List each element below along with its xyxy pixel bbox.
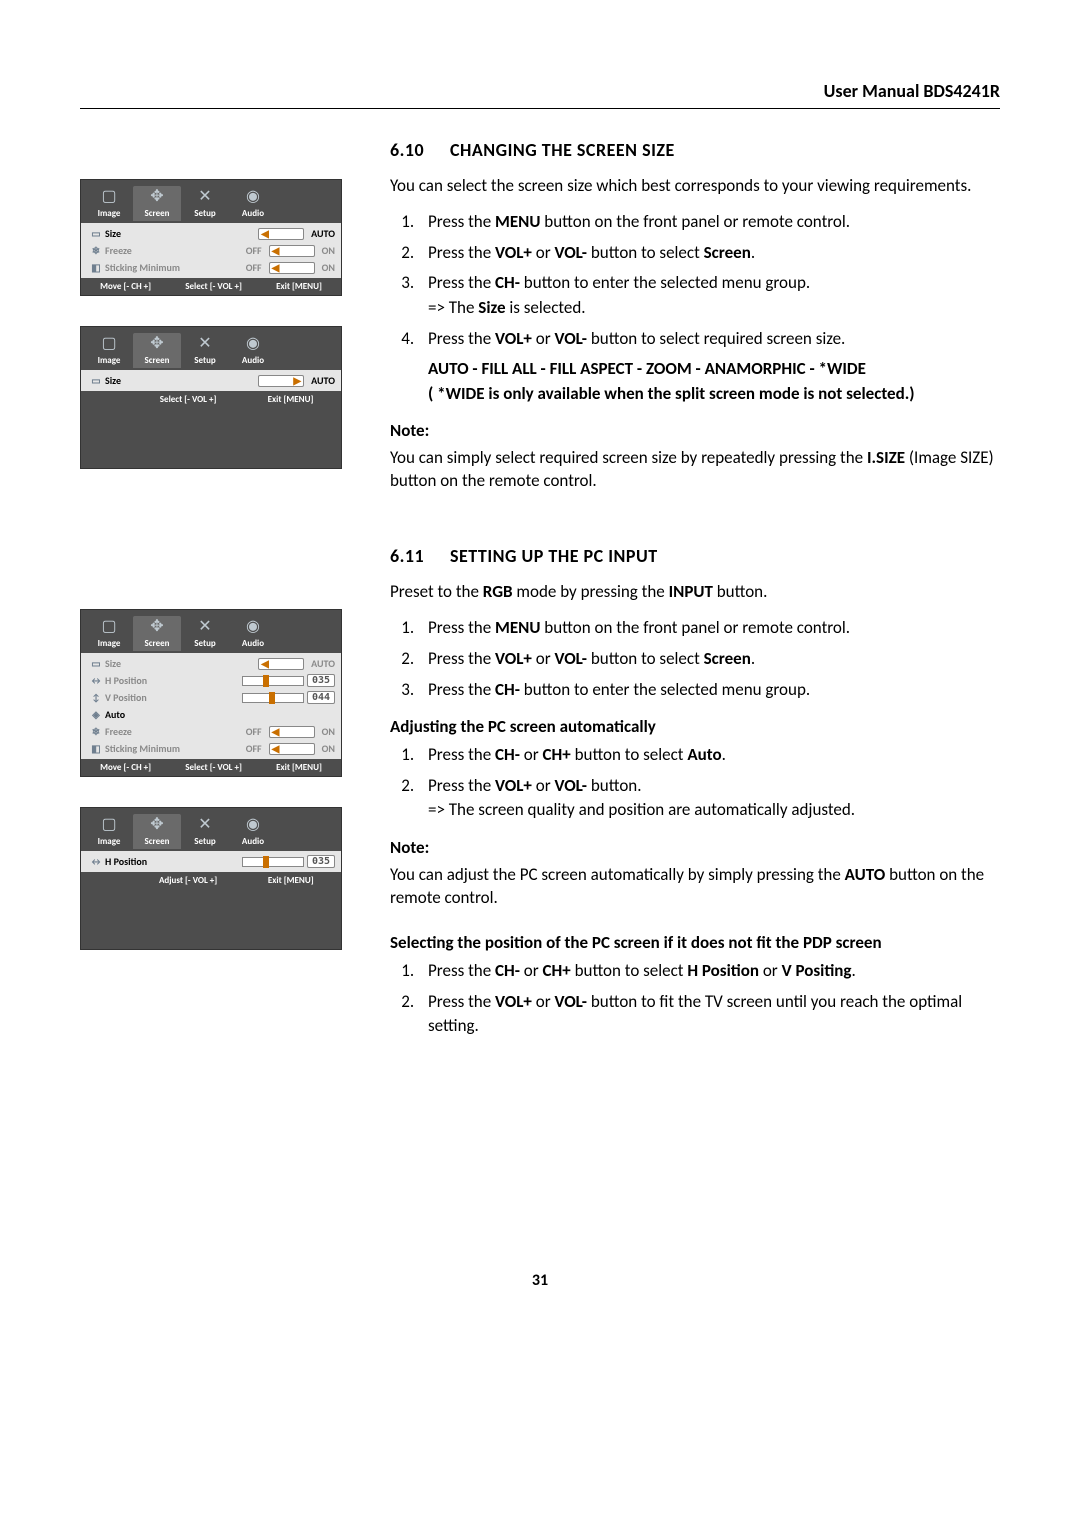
- osd-screenshot-2: ▢Image ✥Screen ✕Setup ◉Audio ▭ Size ▶AUT…: [80, 326, 342, 469]
- select-position-heading: Selecting the position of the PC screen …: [390, 932, 1000, 953]
- hpos-icon: ↔: [87, 674, 105, 687]
- osd-tab-audio: ◉Audio: [229, 186, 277, 221]
- osd-row-hpos: ↔ H Position 035: [81, 672, 341, 689]
- osd-screenshot-1: ▢Image ✥Screen ✕Setup ◉Audio ▭ Size ◀AUT…: [80, 179, 342, 296]
- osd-screenshot-4: ▢Image ✥Screen ✕Setup ◉Audio ↔ H Positio…: [80, 807, 342, 950]
- osd-hint-bar: Move [- CH +] Select [- VOL +] Exit [MEN…: [81, 278, 341, 295]
- freeze-icon: ❄: [87, 244, 105, 257]
- note-text: You can simply select required screen si…: [390, 447, 1000, 493]
- step-4: Press the VOL+ or VOL- button to select …: [418, 327, 1000, 407]
- step-3: Press the CH- button to enter the select…: [418, 271, 1000, 320]
- section-6-10-steps: Press the MENU button on the front panel…: [390, 210, 1000, 406]
- page-number: 31: [80, 1271, 1000, 1290]
- adjust-auto-heading: Adjusting the PC screen automatically: [390, 716, 1000, 737]
- section-6-11-steps: Press the MENU button on the front panel…: [390, 616, 1000, 702]
- osd-tab-setup: ✕Setup: [181, 814, 229, 849]
- step-1: Press the CH- or CH+ button to select Au…: [418, 743, 1000, 768]
- vpos-icon: ↕: [87, 691, 105, 704]
- osd-column: ▢Image ✥Screen ✕Setup ◉Audio ▭ Size ◀AUT…: [80, 139, 360, 1051]
- step-1: Press the MENU button on the front panel…: [418, 616, 1000, 641]
- speaker-icon: ◉: [229, 335, 277, 353]
- freeze-icon: ❄: [87, 725, 105, 738]
- screen-modes-list: AUTO - FILL ALL - FILL ASPECT - ZOOM - A…: [428, 357, 1000, 382]
- size-icon: ▭: [87, 227, 105, 240]
- step-2: Press the VOL+ or VOL- button.=> The scr…: [418, 774, 1000, 823]
- step-3: Press the CH- button to enter the select…: [418, 678, 1000, 703]
- size-icon: ▭: [87, 374, 105, 387]
- monitor-icon: ▢: [85, 188, 133, 206]
- osd-row-size: ▭ Size ◀AUTO: [81, 225, 341, 242]
- osd-tab-image: ▢Image: [85, 616, 133, 651]
- osd-hint-bar: Move [- CH +] Select [- VOL +] Exit [MEN…: [81, 759, 341, 776]
- monitor-icon: ▢: [85, 816, 133, 834]
- osd-hint-bar: Select [- VOL +] Exit [MENU]: [81, 391, 341, 408]
- step-2: Press the VOL+ or VOL- button to select …: [418, 241, 1000, 266]
- section-6-11-title: 6.11SETTING UP THE PC INPUT: [390, 545, 1000, 567]
- speaker-icon: ◉: [229, 188, 277, 206]
- step-1: Press the CH- or CH+ button to select H …: [418, 959, 1000, 984]
- step-2: Press the VOL+ or VOL- button to fit the…: [418, 990, 1000, 1039]
- osd-tab-screen: ✥Screen: [133, 333, 181, 368]
- speaker-icon: ◉: [229, 618, 277, 636]
- hpos-icon: ↔: [87, 855, 105, 868]
- monitor-icon: ▢: [85, 335, 133, 353]
- speaker-icon: ◉: [229, 816, 277, 834]
- tools-icon: ✕: [181, 188, 229, 206]
- osd-tab-audio: ◉Audio: [229, 616, 277, 651]
- osd-row-size: ▭ Size ◀AUTO: [81, 655, 341, 672]
- osd-tab-screen: ✥Screen: [133, 616, 181, 651]
- section-6-10-intro: You can select the screen size which bes…: [390, 175, 1000, 198]
- note-heading: Note:: [390, 420, 1000, 441]
- osd-row-auto: ◈ Auto: [81, 706, 341, 723]
- arrows-icon: ✥: [133, 816, 181, 834]
- osd-row-hpos: ↔ H Position 035: [81, 853, 341, 870]
- note-text: You can adjust the PC screen automatical…: [390, 864, 1000, 910]
- wide-mode-note: ( *WIDE is only available when the split…: [428, 382, 1000, 407]
- osd-tab-setup: ✕Setup: [181, 333, 229, 368]
- step-2: Press the VOL+ or VOL- button to select …: [418, 647, 1000, 672]
- page-header: User Manual BDS4241R: [80, 80, 1000, 109]
- osd-hint-bar: Adjust [- VOL +] Exit [MENU]: [81, 872, 341, 889]
- osd-tab-screen: ✥Screen: [133, 186, 181, 221]
- adjust-auto-steps: Press the CH- or CH+ button to select Au…: [390, 743, 1000, 823]
- text-column: 6.10CHANGING THE SCREEN SIZE You can sel…: [390, 139, 1000, 1051]
- osd-tab-bar: ▢Image ✥Screen ✕Setup ◉Audio: [81, 808, 341, 851]
- tools-icon: ✕: [181, 335, 229, 353]
- select-position-steps: Press the CH- or CH+ button to select H …: [390, 959, 1000, 1039]
- osd-tab-screen: ✥Screen: [133, 814, 181, 849]
- osd-tab-image: ▢Image: [85, 814, 133, 849]
- osd-tab-setup: ✕Setup: [181, 186, 229, 221]
- sticking-icon: ◧: [87, 261, 105, 274]
- auto-icon: ◈: [87, 708, 105, 721]
- sticking-icon: ◧: [87, 742, 105, 755]
- osd-tab-audio: ◉Audio: [229, 814, 277, 849]
- size-icon: ▭: [87, 657, 105, 670]
- preset-text: Preset to the RGB mode by pressing the I…: [390, 581, 1000, 604]
- osd-tab-image: ▢Image: [85, 333, 133, 368]
- osd-row-vpos: ↕ V Position 044: [81, 689, 341, 706]
- osd-screenshot-3: ▢Image ✥Screen ✕Setup ◉Audio ▭ Size ◀AUT…: [80, 609, 342, 777]
- osd-tab-setup: ✕Setup: [181, 616, 229, 651]
- osd-tab-bar: ▢Image ✥Screen ✕Setup ◉Audio: [81, 180, 341, 223]
- arrows-icon: ✥: [133, 335, 181, 353]
- section-6-10-title: 6.10CHANGING THE SCREEN SIZE: [390, 139, 1000, 161]
- arrows-icon: ✥: [133, 188, 181, 206]
- osd-row-sticking: ◧ Sticking Minimum OFF◀ON: [81, 259, 341, 276]
- note-heading: Note:: [390, 837, 1000, 858]
- osd-row-size: ▭ Size ▶AUTO: [81, 372, 341, 389]
- step-1: Press the MENU button on the front panel…: [418, 210, 1000, 235]
- tools-icon: ✕: [181, 816, 229, 834]
- osd-tab-audio: ◉Audio: [229, 333, 277, 368]
- osd-row-sticking: ◧ Sticking Minimum OFF◀ON: [81, 740, 341, 757]
- osd-row-freeze: ❄ Freeze OFF◀ON: [81, 242, 341, 259]
- monitor-icon: ▢: [85, 618, 133, 636]
- tools-icon: ✕: [181, 618, 229, 636]
- osd-row-freeze: ❄ Freeze OFF◀ON: [81, 723, 341, 740]
- arrows-icon: ✥: [133, 618, 181, 636]
- osd-tab-bar: ▢Image ✥Screen ✕Setup ◉Audio: [81, 610, 341, 653]
- osd-tab-bar: ▢Image ✥Screen ✕Setup ◉Audio: [81, 327, 341, 370]
- osd-tab-image: ▢Image: [85, 186, 133, 221]
